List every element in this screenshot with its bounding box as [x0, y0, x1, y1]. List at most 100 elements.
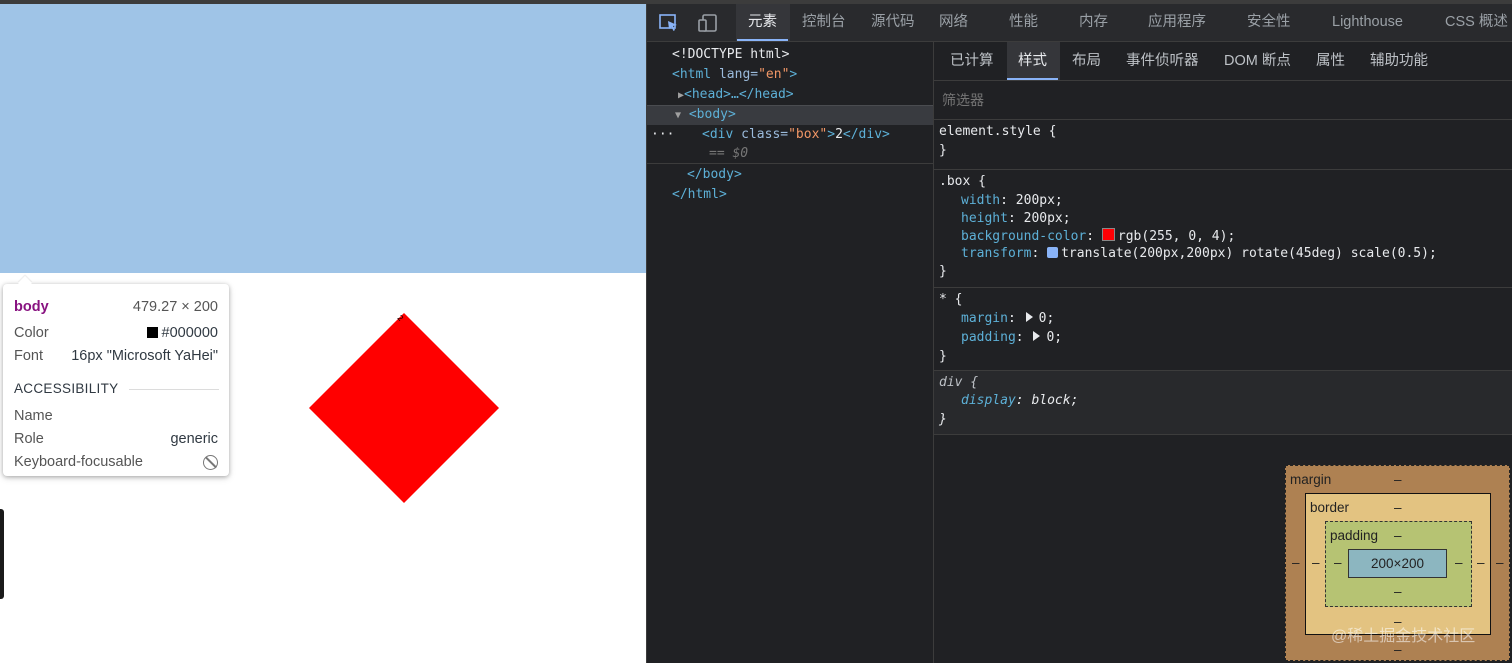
- subtab-event-listeners[interactable]: 事件侦听器: [1126, 42, 1199, 80]
- margin-left-value[interactable]: –: [1292, 555, 1300, 570]
- rule-selector: .box {: [939, 174, 986, 189]
- tooltip-tag: body: [14, 299, 49, 315]
- expand-shorthand-icon[interactable]: [1033, 331, 1041, 341]
- collapse-triangle-icon[interactable]: ▼: [675, 110, 681, 121]
- tree-div-close: </div>: [842, 127, 890, 142]
- tab-elements[interactable]: 元素: [737, 4, 788, 41]
- padding-left-value[interactable]: –: [1334, 555, 1342, 570]
- tooltip-dimensions: 479.27 × 200: [132, 299, 218, 315]
- margin-top-value[interactable]: –: [1394, 472, 1402, 487]
- prop-value: translate(200px,200px) rotate(45deg) sca…: [1061, 246, 1437, 261]
- box-model-border[interactable]: border – – – – padding – – – – 200×200: [1305, 493, 1491, 635]
- tree-dollar0: == $0: [709, 146, 749, 161]
- tooltip-color-row: Color #000000: [14, 323, 218, 343]
- tooltip-name-label: Name: [14, 408, 53, 424]
- prop-name: margin: [961, 311, 1008, 326]
- tooltip-font-row: Font 16px "Microsoft YaHei": [14, 346, 218, 366]
- transform-editor-icon[interactable]: [1047, 247, 1059, 258]
- inspect-tooltip: body 479.27 × 200 Color #000000 Font 16p…: [3, 284, 229, 476]
- tooltip-color-label: Color: [14, 325, 49, 341]
- prop-name: height: [961, 211, 1008, 226]
- tree-head-node[interactable]: ▶<head>…</head>: [678, 85, 794, 105]
- scrollbar-edge[interactable]: [0, 509, 4, 599]
- prop-name: display: [961, 393, 1016, 408]
- box-model-padding[interactable]: padding – – – – 200×200: [1325, 521, 1472, 607]
- color-swatch-icon[interactable]: [1101, 228, 1115, 241]
- tree-body-open: <body>: [688, 107, 736, 122]
- subtab-dom-breakpoints[interactable]: DOM 断点: [1224, 42, 1291, 80]
- rule-universal[interactable]: * { margin: 0; padding: 0; }: [934, 288, 1512, 371]
- padding-top-value[interactable]: –: [1394, 528, 1402, 543]
- padding-right-value[interactable]: –: [1455, 555, 1463, 570]
- tree-div-node[interactable]: <div class="box">2</div>: [702, 125, 890, 145]
- body-highlight-overlay: [0, 4, 646, 273]
- tab-performance[interactable]: 性能: [1009, 4, 1038, 41]
- tree-html-open[interactable]: <html lang="en">: [672, 65, 797, 85]
- tree-head: <head>…</head>: [684, 87, 794, 102]
- subtab-accessibility[interactable]: 辅助功能: [1370, 42, 1428, 80]
- tooltip-color-value: #000000: [161, 325, 218, 341]
- tab-network[interactable]: 网络: [939, 4, 968, 41]
- subtab-properties[interactable]: 属性: [1316, 42, 1345, 80]
- filter-bar: [934, 81, 1512, 120]
- tab-memory[interactable]: 内存: [1079, 4, 1108, 41]
- page-viewport[interactable]: 2 body 479.27 × 200 Color #000000 Font 1…: [0, 4, 646, 663]
- devtools-tabbar: 元素 控制台 源代码 网络 性能 内存 应用程序 安全性 Lighthouse …: [647, 4, 1512, 42]
- tree-html-close[interactable]: </html>: [672, 185, 727, 205]
- red-box-element[interactable]: 2: [309, 313, 499, 503]
- prop-name: padding: [961, 330, 1016, 345]
- rule-close-brace: }: [939, 412, 947, 427]
- border-label: border: [1310, 500, 1350, 515]
- tree-body-node[interactable]: ▼ <body>: [675, 105, 736, 125]
- prop-transform[interactable]: transform: translate(200px,200px) rotate…: [961, 245, 1437, 263]
- box-model-content-size[interactable]: 200×200: [1348, 549, 1447, 578]
- prop-margin[interactable]: margin: 0;: [961, 310, 1054, 328]
- rule-div-user-agent[interactable]: div { display: block; }: [934, 371, 1512, 435]
- tree-body-close[interactable]: </body>: [687, 165, 742, 185]
- prop-padding[interactable]: padding: 0;: [961, 329, 1062, 347]
- tab-console[interactable]: 控制台: [802, 4, 846, 41]
- prop-value: 200px;: [1023, 211, 1071, 226]
- tree-more-dots[interactable]: ···: [651, 125, 674, 145]
- subtab-styles[interactable]: 样式: [1007, 42, 1058, 80]
- rule-element-style[interactable]: element.style { }: [934, 120, 1512, 170]
- inspect-element-icon[interactable]: [659, 14, 679, 32]
- prop-value: rgb(255, 0, 4);: [1117, 229, 1236, 244]
- styles-filter-input[interactable]: [942, 81, 1502, 119]
- margin-right-value[interactable]: –: [1496, 555, 1504, 570]
- prop-background-color[interactable]: background-color: rgb(255, 0, 4);: [961, 228, 1235, 246]
- devtools-panel: 元素 控制台 源代码 网络 性能 内存 应用程序 安全性 Lighthouse …: [646, 4, 1512, 663]
- prop-value: 0;: [1038, 311, 1055, 326]
- tab-css-overview[interactable]: CSS 概述 ⚠: [1445, 4, 1512, 41]
- tree-html-tag: <html: [672, 67, 712, 82]
- expand-shorthand-icon[interactable]: [1025, 312, 1033, 322]
- styles-subtabs: 已计算 样式 布局 事件侦听器 DOM 断点 属性 辅助功能: [934, 42, 1512, 81]
- padding-bottom-value[interactable]: –: [1394, 584, 1402, 599]
- tooltip-role-row: Role generic: [14, 429, 218, 449]
- border-left-value[interactable]: –: [1312, 555, 1320, 570]
- tooltip-header: body 479.27 × 200: [14, 297, 218, 317]
- tab-application[interactable]: 应用程序: [1148, 4, 1206, 41]
- rule-selector: * {: [939, 292, 963, 307]
- subtab-computed[interactable]: 已计算: [950, 42, 994, 80]
- prop-width[interactable]: width: 200px;: [961, 192, 1063, 210]
- rule-selector: div {: [939, 375, 979, 390]
- tab-security[interactable]: 安全性: [1247, 4, 1291, 41]
- not-focusable-icon: [203, 454, 218, 470]
- prop-height[interactable]: height: 200px;: [961, 210, 1071, 228]
- tooltip-font-value: 16px "Microsoft YaHei": [71, 348, 218, 364]
- padding-label: padding: [1330, 528, 1379, 543]
- tree-div-attr-value: "box": [788, 127, 828, 142]
- border-right-value[interactable]: –: [1477, 555, 1485, 570]
- rule-box[interactable]: .box { width: 200px; height: 200px; back…: [934, 170, 1512, 288]
- tree-doctype[interactable]: <!DOCTYPE html>: [672, 45, 789, 65]
- subtab-layout[interactable]: 布局: [1072, 42, 1101, 80]
- red-box-shape: [309, 313, 499, 503]
- prop-name: transform: [961, 246, 1032, 261]
- tab-lighthouse[interactable]: Lighthouse: [1332, 4, 1403, 41]
- watermark-text: @稀土掘金技术社区: [1331, 628, 1476, 645]
- border-top-value[interactable]: –: [1394, 500, 1402, 515]
- prop-display[interactable]: display: block;: [961, 392, 1078, 410]
- device-toolbar-icon[interactable]: [698, 14, 718, 32]
- tab-sources[interactable]: 源代码: [871, 4, 915, 41]
